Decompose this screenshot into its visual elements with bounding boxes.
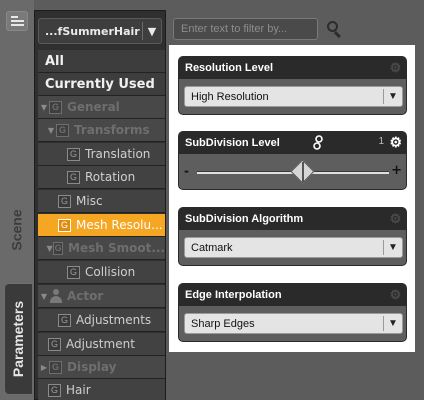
tree-item-transforms[interactable]: ▼ G Transforms [38, 119, 165, 142]
group-icon: G [67, 265, 80, 279]
tab-parameters[interactable]: Parameters [4, 283, 32, 395]
tree-item-label: General [67, 100, 120, 114]
tab-scene-label: Scene [9, 209, 25, 251]
gear-icon[interactable]: ⚙ [389, 135, 402, 150]
tree-item-label: Display [67, 360, 117, 374]
slider-increment[interactable]: + [391, 163, 402, 178]
group-icon: G [53, 241, 63, 255]
property-subdivision-algorithm: SubDivision Algorithm ⚙ Catmark ▼ [178, 207, 407, 266]
tree-item-label: Rotation [85, 170, 136, 184]
property-edge-interpolation: Edge Interpolation ⚙ Sharp Edges ▼ [178, 283, 407, 342]
gear-icon[interactable]: ⚙ [389, 61, 402, 74]
subdivision-level-slider[interactable]: - + [179, 154, 406, 189]
filter-input[interactable]: Enter text to filter by... [173, 18, 318, 40]
tree-item-label: All [45, 53, 64, 69]
chevron-down-icon: ▼ [147, 24, 157, 38]
group-icon: G [49, 100, 62, 114]
chevron-down-icon: ▼ [388, 91, 398, 102]
property-subdivision-level: SubDivision Level 1 ⚙ - + [178, 131, 407, 190]
property-header: SubDivision Algorithm ⚙ [179, 208, 406, 230]
tree-item-general[interactable]: ▼ G General [38, 96, 165, 119]
property-label: Resolution Level [185, 62, 274, 74]
slider-handle[interactable] [290, 159, 315, 184]
tree-item-label: Adjustment [66, 337, 135, 351]
group-icon: G [58, 218, 71, 232]
property-resolution-level: Resolution Level ⚙ High Resolution ▼ [178, 56, 407, 115]
tree-item-rotation[interactable]: G Rotation [38, 166, 165, 189]
tree-item-label: Translation [85, 147, 151, 161]
property-header: Resolution Level ⚙ [179, 57, 406, 79]
group-icon: G [67, 147, 80, 161]
expand-triangle-icon[interactable]: ▼ [39, 292, 49, 301]
group-icon: G [56, 123, 69, 137]
group-icon: G [49, 360, 62, 374]
tree-item-translation[interactable]: G Translation [38, 143, 165, 166]
gear-icon[interactable]: ⚙ [389, 212, 402, 225]
tree-item-label: Mesh Resolu... [76, 218, 163, 232]
tree-item-currently-used[interactable]: Currently Used [38, 73, 165, 96]
tab-scene[interactable]: Scene [0, 195, 34, 265]
tree-item-label: Currently Used [45, 76, 155, 92]
tree-item-adjustment[interactable]: G Adjustment [38, 333, 165, 356]
dropdown-value: Sharp Edges [191, 317, 255, 330]
tree-item-collision[interactable]: G Collision [38, 261, 165, 284]
tree-item-label: Actor [67, 289, 104, 303]
tree-item-actor[interactable]: ▼ Actor [38, 285, 165, 308]
resolution-level-dropdown[interactable]: High Resolution ▼ [184, 86, 403, 107]
group-icon: G [58, 194, 71, 208]
expand-triangle-icon[interactable]: ▼ [46, 244, 53, 253]
property-header: SubDivision Level 1 ⚙ [179, 132, 406, 154]
group-icon: G [58, 313, 71, 327]
tree-item-mesh-resolution[interactable]: G Mesh Resolu... [38, 214, 165, 237]
property-value-readout: 1 [378, 136, 384, 147]
subdivision-algorithm-dropdown[interactable]: Catmark ▼ [184, 237, 403, 258]
tree-item-misc[interactable]: G Misc [38, 190, 165, 213]
group-icon: G [67, 170, 80, 184]
node-selector-value: ...fSummerHair [45, 24, 140, 38]
link-icon[interactable] [312, 135, 326, 151]
slider-decrement[interactable]: - [184, 164, 189, 178]
node-selector-dropdown[interactable]: ...fSummerHair ▼ [38, 18, 162, 44]
gear-icon[interactable]: ⚙ [389, 288, 402, 301]
tree-item-hair[interactable]: G Hair [38, 379, 165, 400]
property-label: SubDivision Algorithm [185, 213, 304, 225]
property-label: SubDivision Level [185, 137, 280, 149]
tree-item-label: Transforms [74, 123, 150, 137]
tree-item-display[interactable]: ▶ G Display [38, 356, 165, 379]
tree-item-label: Misc [76, 194, 103, 208]
tree-item-all[interactable]: All [38, 50, 165, 73]
property-groups-panel: ...fSummerHair ▼ All Currently Used ▼ G … [34, 10, 166, 400]
group-icon: G [48, 383, 61, 397]
search-icon[interactable] [327, 21, 345, 39]
tree-item-label: Collision [85, 265, 136, 279]
edge-interpolation-dropdown[interactable]: Sharp Edges ▼ [184, 313, 403, 334]
tree-item-label: Mesh Smoot... [68, 241, 165, 255]
filter-placeholder: Enter text to filter by... [181, 23, 288, 35]
tree-item-label: Hair [66, 383, 91, 397]
tree-item-label: Adjustments [76, 313, 152, 327]
actor-figure-icon [49, 289, 63, 303]
dropdown-value: Catmark [191, 241, 233, 254]
property-header: Edge Interpolation ⚙ [179, 284, 406, 306]
tab-parameters-label: Parameters [10, 300, 27, 378]
pane-options-icon[interactable] [6, 11, 28, 31]
property-label: Edge Interpolation [185, 289, 282, 301]
side-tab-strip: Scene Parameters [0, 0, 34, 400]
expand-triangle-icon[interactable]: ▼ [46, 126, 56, 135]
group-icon: G [48, 337, 61, 351]
expand-triangle-icon[interactable]: ▶ [39, 363, 49, 372]
dropdown-value: High Resolution [191, 90, 269, 103]
tree-item-adjustments[interactable]: G Adjustments [38, 309, 165, 332]
chevron-down-icon: ▼ [388, 242, 398, 253]
expand-triangle-icon[interactable]: ▼ [39, 103, 49, 112]
chevron-down-icon: ▼ [388, 318, 398, 329]
tree-item-mesh-smoothing[interactable]: ▼ G Mesh Smoot... [38, 237, 165, 260]
